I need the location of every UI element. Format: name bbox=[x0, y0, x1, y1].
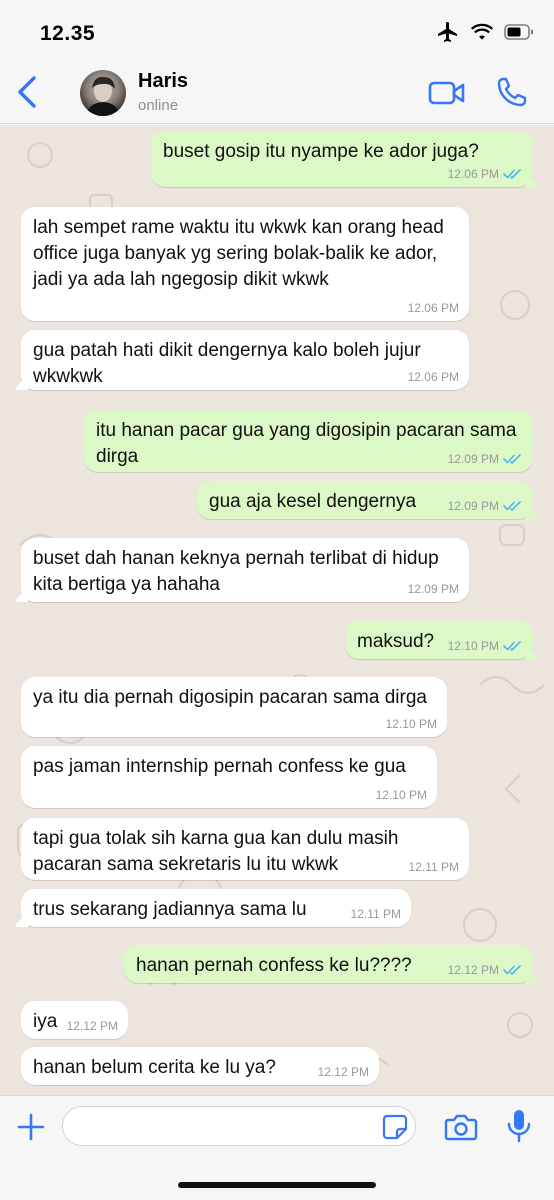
read-receipt-icon bbox=[503, 641, 521, 651]
message-meta: 12.06 PM bbox=[408, 301, 459, 315]
message-text: buset gosip itu nyampe ke ador juga? bbox=[163, 141, 479, 162]
wifi-icon bbox=[471, 23, 493, 40]
read-receipt-icon bbox=[503, 454, 521, 464]
message-time: 12.09 PM bbox=[447, 499, 499, 513]
contact-status: online bbox=[138, 97, 179, 114]
message-time: 12.11 PM bbox=[408, 860, 459, 874]
camera-icon[interactable] bbox=[444, 1112, 478, 1142]
message-meta: 12.09 PM bbox=[448, 499, 523, 513]
message-time: 12.10 PM bbox=[375, 788, 427, 802]
chevron-left-icon[interactable] bbox=[12, 74, 44, 110]
message-bubble-incoming[interactable]: hanan belum cerita ke lu ya? 12.12 PM bbox=[21, 1047, 379, 1085]
message-meta: 12.11 PM bbox=[351, 907, 401, 921]
contact-name[interactable]: Haris bbox=[138, 70, 188, 93]
avatar-photo bbox=[86, 76, 120, 116]
status-icons bbox=[436, 20, 534, 44]
message-meta: 12.12 PM bbox=[318, 1065, 369, 1079]
message-composer bbox=[0, 1095, 554, 1200]
avatar[interactable] bbox=[80, 70, 126, 116]
chat-area[interactable]: buset gosip itu nyampe ke ador juga? 12.… bbox=[0, 125, 554, 1095]
message-meta: 12.10 PM bbox=[448, 639, 523, 653]
phone-icon[interactable] bbox=[496, 76, 528, 108]
read-receipt-icon bbox=[503, 169, 521, 179]
message-time: 12.06 PM bbox=[407, 370, 459, 384]
plus-icon[interactable] bbox=[16, 1112, 46, 1142]
message-bubble-outgoing[interactable]: itu hanan pacar gua yang digosipin pacar… bbox=[84, 410, 533, 472]
message-time: 12.06 PM bbox=[407, 301, 459, 315]
message-bubble-outgoing[interactable]: maksud? 12.10 PM bbox=[345, 621, 533, 659]
read-receipt-icon bbox=[503, 501, 521, 511]
message-meta: 12.10 PM bbox=[376, 788, 427, 802]
message-bubble-incoming[interactable]: gua patah hati dikit dengernya kalo bole… bbox=[21, 330, 469, 390]
video-camera-icon[interactable] bbox=[428, 78, 466, 108]
message-time: 12.11 PM bbox=[350, 907, 401, 921]
message-text: tapi gua tolak sih karna gua kan dulu ma… bbox=[33, 828, 399, 875]
message-bubble-incoming[interactable]: pas jaman internship pernah confess ke g… bbox=[21, 746, 437, 808]
message-bubble-incoming[interactable]: lah sempet rame waktu itu wkwk kan orang… bbox=[21, 207, 469, 321]
message-bubble-incoming[interactable]: tapi gua tolak sih karna gua kan dulu ma… bbox=[21, 818, 469, 880]
message-time: 12.09 PM bbox=[407, 582, 459, 596]
message-bubble-incoming[interactable]: ya itu dia pernah digosipin pacaran sama… bbox=[21, 677, 447, 737]
message-time: 12.06 PM bbox=[447, 167, 499, 181]
message-time: 12.10 PM bbox=[447, 639, 499, 653]
message-time: 12.09 PM bbox=[447, 452, 499, 466]
microphone-icon[interactable] bbox=[506, 1108, 532, 1144]
message-input[interactable] bbox=[62, 1106, 416, 1146]
message-bubble-incoming[interactable]: trus sekarang jadiannya sama lu 12.11 PM bbox=[21, 889, 411, 927]
read-receipt-icon bbox=[503, 965, 521, 975]
message-meta: 12.10 PM bbox=[386, 717, 437, 731]
message-meta: 12.11 PM bbox=[409, 860, 459, 874]
message-bubble-outgoing[interactable]: gua aja kesel dengernya 12.09 PM bbox=[197, 481, 533, 519]
message-text: trus sekarang jadiannya sama lu bbox=[33, 899, 307, 920]
message-meta: 12.12 PM bbox=[67, 1019, 118, 1033]
message-time: 12.12 PM bbox=[66, 1019, 118, 1033]
message-text: gua patah hati dikit dengernya kalo bole… bbox=[33, 340, 421, 387]
message-meta: 12.06 PM bbox=[408, 370, 459, 384]
status-time: 12.35 bbox=[40, 22, 96, 45]
message-time: 12.12 PM bbox=[317, 1065, 369, 1079]
message-bubble-incoming[interactable]: buset dah hanan keknya pernah terlibat d… bbox=[21, 538, 469, 602]
message-meta: 12.09 PM bbox=[448, 452, 523, 466]
message-meta: 12.09 PM bbox=[408, 582, 459, 596]
chat-header: Haris online bbox=[0, 60, 554, 124]
message-text: lah sempet rame waktu itu wkwk kan orang… bbox=[33, 217, 444, 290]
battery-icon bbox=[504, 24, 533, 40]
message-time: 12.12 PM bbox=[447, 963, 499, 977]
message-meta: 12.06 PM bbox=[448, 167, 523, 181]
sticker-icon[interactable] bbox=[382, 1114, 408, 1140]
message-bubble-outgoing[interactable]: hanan pernah confess ke lu???? 12.12 PM bbox=[124, 945, 533, 983]
message-bubble-incoming[interactable]: iya 12.12 PM bbox=[21, 1001, 128, 1039]
message-text: buset dah hanan keknya pernah terlibat d… bbox=[33, 548, 439, 595]
message-bubble-outgoing[interactable]: buset gosip itu nyampe ke ador juga? 12.… bbox=[151, 131, 533, 187]
message-time: 12.10 PM bbox=[385, 717, 437, 731]
message-meta: 12.12 PM bbox=[448, 963, 523, 977]
home-indicator bbox=[178, 1182, 376, 1188]
status-bar: 12.35 bbox=[0, 0, 554, 60]
message-text: pas jaman internship pernah confess ke g… bbox=[33, 756, 406, 777]
airplane-icon bbox=[438, 22, 457, 42]
message-text: ya itu dia pernah digosipin pacaran sama… bbox=[33, 687, 427, 708]
